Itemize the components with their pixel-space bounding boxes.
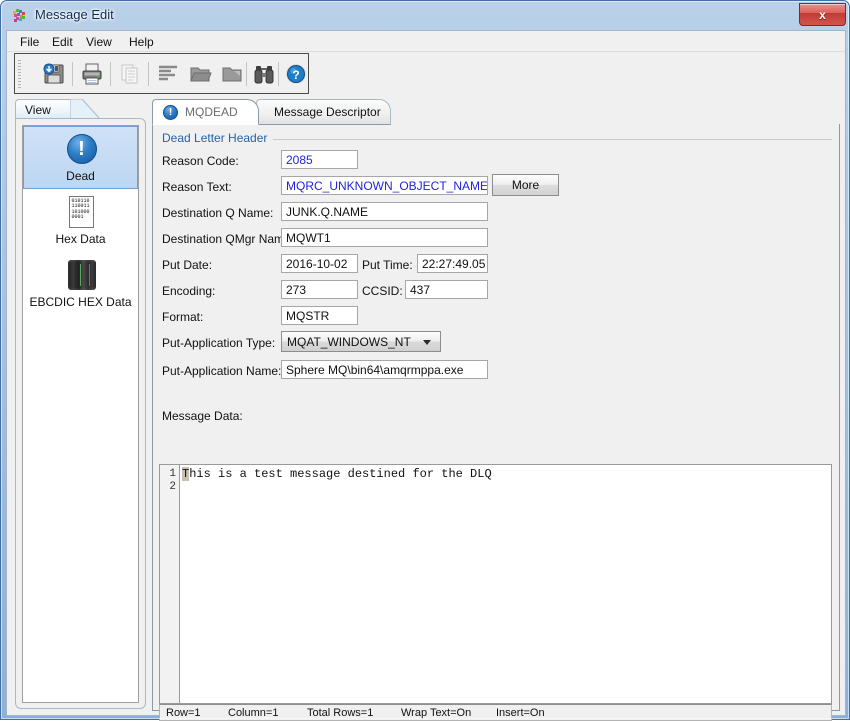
menu-bar: File Edit View Help — [7, 31, 845, 52]
reason-code-label: Reason Code: — [162, 154, 239, 168]
folder-open-icon — [190, 67, 212, 82]
destination-qmgr-name-label: Destination QMgr Name: — [162, 232, 295, 246]
view-panel: View Dead 0101101100111010000001 — [15, 99, 146, 709]
message-data-editor[interactable]: 1 2 This is a test message destined for … — [159, 464, 832, 704]
reason-text-input[interactable]: MQRC_UNKNOWN_OBJECT_NAME — [281, 176, 488, 195]
copy-button[interactable] — [115, 59, 145, 89]
ccsid-label: CCSID: — [362, 284, 403, 298]
open-folder-button[interactable] — [185, 59, 215, 89]
tab-mqdead[interactable]: MQDEAD — [152, 99, 259, 125]
tab-message-descriptor[interactable]: Message Descriptor — [256, 99, 391, 125]
ccsid-input[interactable]: 437 — [405, 280, 488, 299]
view-item-ebcdic-hex-data[interactable]: EBCDIC HEX Data — [23, 252, 138, 315]
toolbar: ? — [14, 53, 309, 94]
print-button[interactable] — [77, 59, 107, 89]
group-title: Dead Letter Header — [162, 131, 274, 145]
toolbar-separator — [246, 62, 247, 86]
main-panel-body: Dead Letter Header Reason Code: 2085 Rea… — [152, 124, 840, 721]
reason-code-input[interactable]: 2085 — [281, 150, 358, 169]
format-label: Format: — [162, 310, 204, 324]
put-application-name-input[interactable]: Sphere MQ\bin64\amqrmppa.exe — [281, 360, 488, 379]
more-button[interactable]: More — [492, 174, 559, 196]
destination-q-name-input[interactable]: JUNK.Q.NAME — [281, 202, 488, 221]
copy-pages-icon — [121, 64, 138, 84]
message-data-label: Message Data: — [162, 409, 243, 423]
status-row: Row=1 — [166, 707, 201, 719]
menu-item-edit[interactable]: Edit — [47, 34, 78, 50]
toolbar-separator — [110, 62, 111, 86]
client-area: File Edit View Help ? View ! Dead 010110… — [6, 30, 846, 721]
view-item-label: Dead — [66, 169, 95, 183]
align-lines-icon — [159, 65, 177, 81]
encoding-input[interactable]: 273 — [281, 280, 358, 299]
tab-view-label: View — [25, 103, 51, 117]
menu-item-file[interactable]: File — [15, 34, 44, 50]
put-application-type-value: MQAT_WINDOWS_NT — [287, 335, 411, 349]
line-number: 2 — [169, 481, 176, 493]
view-item-list: Dead 0101101100111010000001 Hex Data EBC… — [22, 125, 139, 703]
app-pinwheel-icon — [13, 9, 25, 22]
reason-text-label: Reason Text: — [162, 180, 232, 194]
put-application-type-label: Put-Application Type: — [162, 336, 276, 350]
format-button[interactable] — [153, 59, 183, 89]
exclamation-circle-icon — [60, 131, 102, 167]
chevron-down-icon — [423, 340, 431, 345]
put-application-name-label: Put-Application Name: — [162, 364, 282, 378]
view-item-dead[interactable]: Dead — [23, 126, 138, 189]
message-text: his is a test message destined for the D… — [189, 467, 492, 481]
put-application-type-select[interactable]: MQAT_WINDOWS_NT — [281, 331, 441, 352]
exclamation-circle-icon — [163, 105, 178, 120]
put-date-input[interactable]: 2016-10-02 — [281, 254, 358, 273]
toolbar-separator — [278, 62, 279, 86]
help-button[interactable]: ? — [281, 59, 311, 89]
printer-icon — [82, 63, 102, 85]
editor-status-bar: Row=1 Column=1 Total Rows=1 Wrap Text=On… — [159, 704, 832, 721]
destination-q-name-label: Destination Q Name: — [162, 206, 274, 220]
put-time-input[interactable]: 22:27:49.05 — [417, 254, 488, 273]
close-button[interactable]: x — [799, 3, 846, 26]
mainframe-icon — [60, 257, 102, 293]
tab-message-descriptor-label: Message Descriptor — [274, 105, 381, 119]
format-input[interactable]: MQSTR — [281, 306, 358, 325]
message-text-area[interactable]: This is a test message destined for the … — [181, 465, 831, 703]
toolbar-separator — [148, 62, 149, 86]
encoding-label: Encoding: — [162, 284, 216, 298]
status-insert: Insert=On — [496, 707, 545, 719]
main-panel: MQDEAD Message Descriptor Dead Letter He… — [152, 99, 840, 721]
title-bar[interactable]: Message Edit x — [1, 1, 850, 30]
close-folder-button[interactable] — [217, 59, 247, 89]
menu-item-view[interactable]: View — [81, 34, 117, 50]
destination-qmgr-name-input[interactable]: MQWT1 — [281, 228, 488, 247]
save-button[interactable] — [39, 59, 69, 89]
put-date-label: Put Date: — [162, 258, 213, 272]
view-item-label: Hex Data — [55, 232, 106, 246]
toolbar-separator — [72, 62, 73, 86]
close-icon: x — [819, 7, 826, 22]
put-time-label: Put Time: — [362, 258, 413, 272]
tab-view-edge — [70, 99, 101, 119]
tab-mqdead-label: MQDEAD — [185, 105, 238, 119]
binoculars-icon — [254, 66, 274, 84]
line-number-gutter: 1 2 — [160, 465, 180, 703]
view-panel-body: Dead 0101101100111010000001 Hex Data EBC… — [15, 118, 146, 709]
menu-item-help[interactable]: Help — [124, 34, 159, 50]
help-question-icon: ? — [286, 64, 306, 84]
status-column: Column=1 — [228, 707, 279, 719]
toolbar-grip[interactable] — [18, 60, 21, 88]
binary-document-icon: 010110 110011 101000 0001 — [60, 194, 102, 230]
floppy-save-icon — [43, 63, 64, 84]
svg-text:?: ? — [292, 68, 299, 82]
status-wrap-text: Wrap Text=On — [401, 707, 472, 719]
window-title: Message Edit — [35, 7, 114, 22]
find-button[interactable] — [249, 59, 279, 89]
folder-icon — [222, 67, 242, 82]
line-number: 1 — [169, 468, 176, 480]
view-item-hex-data[interactable]: 010110 110011 101000 0001 Hex Data — [23, 189, 138, 252]
application-window: Message Edit x File Edit View Help ? Vie… — [0, 0, 850, 721]
status-total-rows: Total Rows=1 — [307, 707, 374, 719]
view-item-label: EBCDIC HEX Data — [29, 295, 132, 309]
